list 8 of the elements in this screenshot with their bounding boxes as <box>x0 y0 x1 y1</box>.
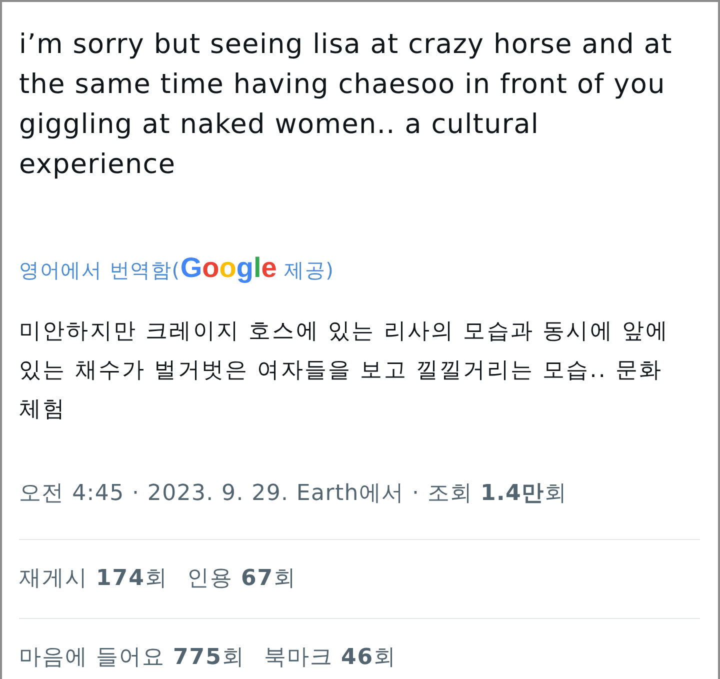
tweet-text: i’m sorry but seeing lisa at crazy horse and at the same time having chaesoo in front of you giggling at naked women.. a cultural experience <box>19 28 674 182</box>
stat-count[interactable]: 재게시 174회 <box>19 564 168 594</box>
stat-count[interactable]: 인용 67회 <box>186 564 297 594</box>
translation-attribution[interactable]: 영어에서 번역함(Google 제공) <box>19 256 334 282</box>
translated-text: 미안하지만 크레이지 호스에 있는 리사의 모습과 동시에 앞에 있는 채수가 벌거벗은 여자들을 보고 낄낄거리는 모습.. 문화 체험 <box>19 318 670 424</box>
tweet-timestamp-views: 오전 4:45 · 2023. 9. 29. Earth에서 · 조회 1.4만회 <box>19 480 568 508</box>
stat-count[interactable]: 마음에 들어요 775회 <box>19 643 245 673</box>
stat-count[interactable]: 북마크 46회 <box>264 643 397 673</box>
